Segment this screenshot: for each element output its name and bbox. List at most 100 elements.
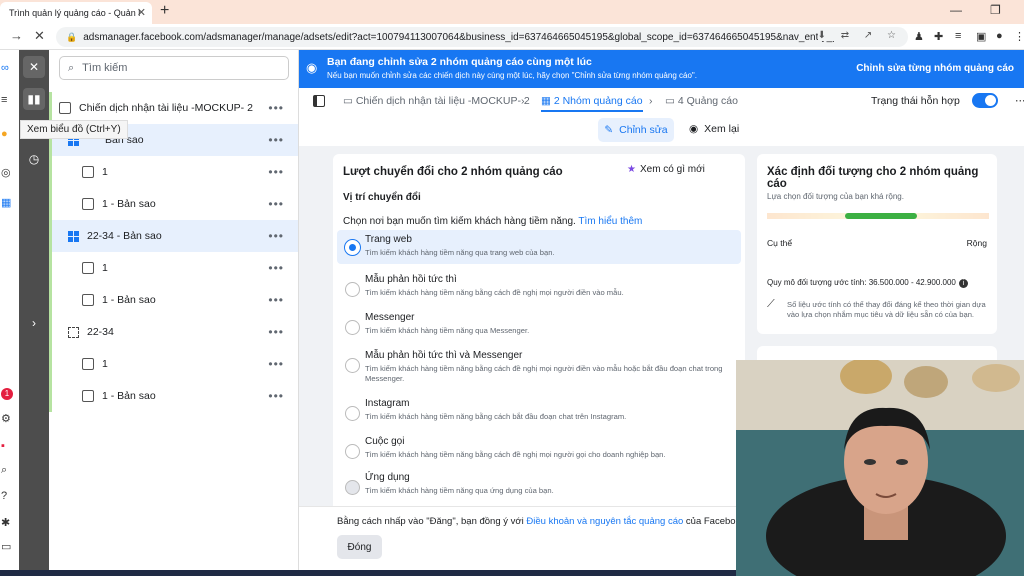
trend-icon: ⟋ (767, 298, 775, 310)
account-icon[interactable]: ● (1, 128, 8, 140)
close-button[interactable]: Đóng (337, 535, 382, 559)
option-desc: Tìm kiếm khách hàng tiềm năng bằng cách … (365, 364, 723, 383)
globe-icon[interactable]: ◎ (1, 166, 11, 179)
alert-icon[interactable]: ▪ (1, 440, 5, 452)
option-title: Cuộc gọi (365, 436, 405, 447)
more-icon[interactable]: ••• (268, 229, 284, 243)
adset-icon (68, 230, 79, 242)
conversion-card: Lượt chuyển đổi cho 2 nhóm quảng cáo ★ Xe… (333, 154, 745, 506)
option-instant-form[interactable]: Mẫu phản hồi tức thì Tìm kiếm khách hàng… (337, 270, 741, 306)
breadcrumb: ▭ Chiến dịch nhận tài liệu -MOCKUP- 2 › … (299, 88, 1024, 114)
tree-row-label: 1 (102, 166, 108, 178)
chart-icon[interactable]: ▮▮ (23, 88, 45, 110)
option-form-and-messenger[interactable]: Mẫu phản hồi tức thì và Messenger Tìm ki… (337, 346, 741, 392)
url-text: adsmanager.facebook.com/adsmanager/manag… (83, 31, 847, 43)
more-icon[interactable]: ⋯ (1015, 95, 1024, 107)
review-mode-button[interactable]: ◉ Xem lại (689, 123, 739, 135)
extension-icon[interactable]: ♟ (914, 30, 924, 43)
crumb-adsets[interactable]: ▦ 2 Nhóm quảng cáo (541, 95, 643, 112)
tree-ad-row[interactable]: 1 ••• (49, 156, 298, 188)
tree-ad-row[interactable]: 1 - Bản sao ••• (49, 188, 298, 220)
banner-title: Bạn đang chỉnh sửa 2 nhóm quảng cáo cùng… (327, 56, 592, 68)
search-nav-icon[interactable]: ⌕ (1, 464, 7, 477)
option-title: Messenger (365, 312, 415, 323)
tree-adset-row[interactable]: 22-34 - Bản sao ••• (49, 220, 298, 252)
media-icon[interactable]: ≡ (955, 30, 961, 42)
terms-link[interactable]: Điều khoản và nguyên tắc quảng cáo (526, 516, 683, 527)
whats-new-link[interactable]: ★ Xem có gì mới (627, 164, 705, 175)
restore-icon[interactable]: ❐ (990, 3, 1001, 17)
audience-meter-fill (845, 213, 917, 219)
hamburger-icon[interactable]: ≡ (1, 94, 7, 106)
more-icon[interactable]: ••• (268, 197, 284, 211)
radio[interactable] (345, 480, 360, 495)
settings-icon[interactable]: ⚙ (1, 412, 11, 425)
ad-icon (82, 390, 94, 402)
option-instagram[interactable]: Instagram Tìm kiếm khách hàng tiềm năng … (337, 394, 741, 430)
more-icon[interactable]: ••• (268, 261, 284, 275)
meta-logo-icon[interactable]: ∞ (1, 62, 9, 74)
option-desc: Tìm kiếm khách hàng tiềm năng bằng cách … (365, 288, 624, 297)
sidebar-toggle-icon[interactable] (313, 95, 325, 107)
crumb-ads[interactable]: ▭ 4 Quảng cáo (665, 95, 738, 107)
status-toggle[interactable] (972, 93, 998, 108)
radio[interactable] (345, 282, 360, 297)
sidepanel-icon[interactable]: ▣ (976, 30, 986, 43)
reload-icon[interactable]: ✕ (34, 28, 45, 44)
tab-title: Trình quản lý quảng cáo - Quản l (9, 8, 141, 18)
puzzle-icon[interactable]: ✚ (934, 30, 943, 43)
omnibox-action-icons[interactable]: ⬇ ⇄ ↗ ☆ (817, 30, 902, 41)
tree-row-label: Chiến dịch nhận tài liệu -MOCKUP- 2 (79, 102, 253, 114)
audience-meter (767, 213, 989, 219)
search-input[interactable]: ⌕ Tìm kiếm (59, 56, 289, 80)
history-icon[interactable]: ◷ (23, 148, 45, 170)
radio[interactable] (345, 444, 360, 459)
browser-tab-bar: Trình quản lý quảng cáo - Quản l ✕ + — ❐ (0, 0, 1024, 24)
more-icon[interactable]: ••• (268, 325, 284, 339)
tree-ad-row[interactable]: 1 ••• (49, 348, 298, 380)
radio[interactable] (345, 320, 360, 335)
more-icon[interactable]: ••• (268, 133, 284, 147)
forward-icon[interactable]: → (10, 28, 23, 43)
expand-icon[interactable]: › (23, 312, 45, 334)
more-icon[interactable]: ••• (268, 389, 284, 403)
url-field[interactable]: 🔒 adsmanager.facebook.com/adsmanager/man… (56, 27, 908, 47)
option-app[interactable]: Ứng dụng Tìm kiếm khách hàng tiềm năng q… (337, 468, 741, 504)
minimize-icon[interactable]: — (950, 3, 962, 17)
audience-size: Quy mô đối tượng ước tính: 36.500.000 - … (767, 278, 968, 288)
crumb-campaign[interactable]: ▭ Chiến dịch nhận tài liệu -MOCKUP- 2 (343, 95, 530, 107)
card-title: Xác định đối tượng cho 2 nhóm quảng cáo (767, 166, 979, 190)
option-website[interactable]: Trang web Tìm kiếm khách hàng tiềm năng … (337, 230, 741, 264)
tree-ad-row[interactable]: 1 - Bản sao ••• (49, 380, 298, 412)
radio-selected[interactable] (345, 240, 360, 255)
browser-tab[interactable]: Trình quản lý quảng cáo - Quản l ✕ (0, 2, 152, 24)
more-icon[interactable]: ••• (268, 165, 284, 179)
help-icon[interactable]: ? (1, 490, 7, 502)
radio[interactable] (345, 358, 360, 373)
profile-icon[interactable]: ● (996, 30, 1003, 42)
more-icon[interactable]: ••• (268, 101, 284, 115)
option-calls[interactable]: Cuộc gọi Tìm kiếm khách hàng tiềm năng b… (337, 432, 741, 468)
option-messenger[interactable]: Messenger Tìm kiếm khách hàng tiềm năng … (337, 308, 741, 344)
option-desc: Tìm kiếm khách hàng tiềm năng bằng cách … (365, 450, 666, 459)
table-icon[interactable]: ▦ (1, 196, 11, 209)
edit-each-adset-button[interactable]: Chỉnh sửa từng nhóm quảng cáo (856, 63, 1014, 74)
audience-card: Xác định đối tượng cho 2 nhóm quảng cáo … (757, 154, 997, 334)
new-tab-icon[interactable]: + (160, 2, 169, 20)
doc-icon[interactable]: ▭ (1, 540, 11, 553)
radio[interactable] (345, 406, 360, 421)
tree-row-label: 22-34 - Bản sao (87, 230, 162, 242)
tree-ad-row[interactable]: 1 ••• (49, 252, 298, 284)
edit-mode-button[interactable]: ✎ Chỉnh sửa (598, 118, 674, 142)
close-panel-icon[interactable]: ✕ (23, 56, 45, 78)
close-tab-icon[interactable]: ✕ (137, 6, 146, 19)
more-icon[interactable]: ••• (268, 293, 284, 307)
more-icon[interactable]: ••• (268, 357, 284, 371)
menu-icon[interactable]: ⋮ (1014, 30, 1024, 43)
bug-icon[interactable]: ✱ (1, 516, 10, 529)
tree-adset-row[interactable]: 22-34 ••• (49, 316, 298, 348)
section-question: Chọn nơi bạn muốn tìm kiếm khách hàng ti… (343, 216, 643, 227)
tree-ad-row[interactable]: 1 - Bản sao ••• (49, 284, 298, 316)
info-icon[interactable]: i (958, 279, 968, 288)
learn-more-link[interactable]: Tìm hiểu thêm (578, 216, 642, 227)
